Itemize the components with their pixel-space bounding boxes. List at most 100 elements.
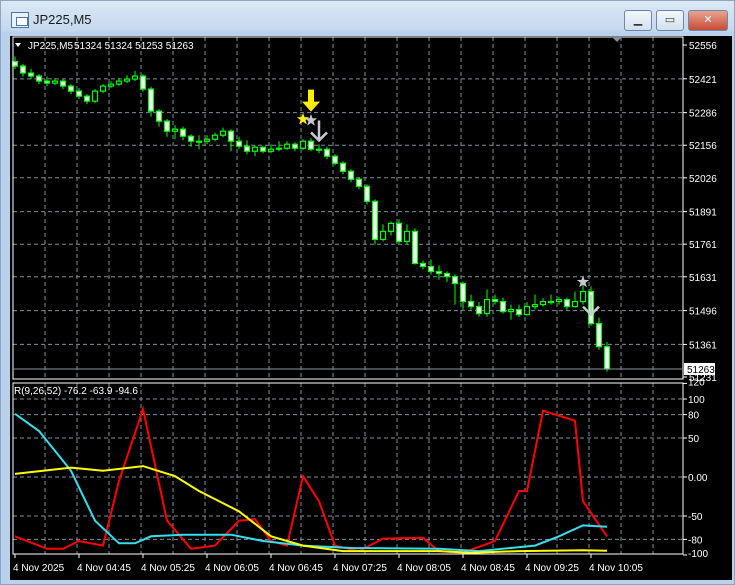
- dropdown-triangle-icon[interactable]: [15, 43, 21, 47]
- time-tick-label: 4 Nov 07:25: [333, 563, 387, 574]
- price-tick-label: 52556: [689, 41, 717, 52]
- time-tick-label: 4 Nov 08:05: [397, 563, 451, 574]
- chart-canvas[interactable]: 52556 52421 52286 52156 52026 51891 51761 51631…: [10, 36, 732, 580]
- bull-candle: [403, 230, 411, 243]
- bear-candle: [491, 298, 499, 303]
- price-tick-label: 51631: [689, 273, 717, 284]
- indicator-tick-label: 80: [688, 411, 700, 422]
- indicator-tick-label: 120: [688, 377, 705, 388]
- bull-candle: [539, 300, 547, 306]
- indicator-label: R(9,26,52) -76.2 -63.9 -94.6: [14, 386, 138, 397]
- bear-candle: [443, 272, 451, 278]
- bear-candle: [323, 148, 331, 157]
- bear-candle: [243, 145, 251, 152]
- price-tick-label: 51891: [689, 208, 717, 219]
- bear-candle: [451, 275, 459, 285]
- bull-candle: [379, 230, 387, 241]
- bear-candle: [475, 305, 483, 315]
- bear-candle: [187, 135, 195, 142]
- bull-candle: [211, 134, 219, 140]
- bear-candle: [331, 155, 339, 164]
- bull-candle: [299, 140, 307, 149]
- bear-candle: [139, 75, 147, 90]
- bear-candle: [155, 110, 163, 122]
- bear-candle: [563, 298, 571, 308]
- maximize-button[interactable]: ▭: [656, 10, 684, 31]
- bear-candle: [339, 162, 347, 172]
- bear-candle: [595, 323, 603, 348]
- price-tick-label: 51361: [689, 340, 717, 351]
- indicator-plot-frame: [12, 382, 684, 555]
- bear-candle: [371, 200, 379, 241]
- price-tick-label: 51496: [689, 307, 717, 318]
- window-title: JP225,M5: [33, 12, 92, 27]
- indicator-tick-label: 50: [688, 434, 700, 445]
- yellow-down-arrow-icon: [302, 89, 320, 112]
- main-plot-frame: [12, 36, 684, 380]
- current-price-label: 51263: [687, 365, 715, 376]
- price-tick-label: 51761: [689, 240, 717, 251]
- bull-candle: [555, 298, 563, 303]
- time-tick-label: 4 Nov 05:25: [141, 563, 195, 574]
- bear-candle: [43, 80, 51, 84]
- indicator-tick-label: -100: [688, 549, 708, 560]
- bear-candle: [27, 72, 35, 77]
- chart-header-ohlc: 51324 51324 51253 51263: [74, 41, 194, 52]
- chart-header-symbol: JP225,M5: [28, 41, 73, 52]
- time-tick-label: 4 Nov 06:45: [269, 563, 323, 574]
- bull-candle: [251, 146, 259, 152]
- bull-candle: [483, 298, 491, 315]
- bear-candle: [235, 140, 243, 147]
- bull-candle: [91, 90, 99, 102]
- bull-candle: [507, 308, 515, 313]
- bear-candle: [227, 130, 235, 142]
- price-tick-label: 52156: [689, 141, 717, 152]
- bull-candle: [115, 80, 123, 85]
- bear-candle: [467, 300, 475, 308]
- bear-candle: [307, 140, 315, 150]
- bull-candle: [219, 130, 227, 136]
- bear-candle: [59, 80, 67, 87]
- bear-candle: [355, 178, 363, 187]
- bear-candle: [347, 170, 355, 180]
- bear-candle: [395, 222, 403, 243]
- bull-candle: [107, 83, 115, 87]
- bear-candle: [419, 262, 427, 268]
- bull-candle: [171, 128, 179, 132]
- bear-candle: [435, 270, 443, 275]
- bear-candle: [411, 230, 419, 265]
- bull-candle: [531, 303, 539, 308]
- bull-candle: [315, 148, 323, 151]
- bull-candle: [571, 300, 579, 308]
- bull-candle: [579, 290, 587, 303]
- time-tick-label: 4 Nov 04:45: [77, 563, 131, 574]
- bear-candle: [499, 300, 507, 313]
- indicator-tick-label: 0.00: [688, 473, 708, 484]
- bull-candle: [283, 143, 291, 149]
- bull-candle: [387, 222, 395, 233]
- time-tick-label: 4 Nov 09:25: [525, 563, 579, 574]
- bear-candle: [179, 128, 187, 137]
- bear-candle: [291, 143, 299, 149]
- bear-candle: [515, 308, 523, 316]
- bear-candle: [35, 75, 43, 82]
- bear-candle: [67, 85, 75, 92]
- bull-candle: [123, 78, 131, 82]
- bear-candle: [363, 185, 371, 202]
- chart-area[interactable]: 52556 52421 52286 52156 52026 51891 51761 51631…: [10, 36, 732, 580]
- bull-candle: [523, 305, 531, 316]
- bear-candle: [163, 120, 171, 132]
- red-indicator-line: [14, 405, 608, 554]
- time-tick-label: 4 Nov 08:45: [461, 563, 515, 574]
- bull-candle: [547, 300, 555, 304]
- time-tick-label: 4 Nov 2025: [13, 563, 65, 574]
- minimize-button[interactable]: ▁: [624, 10, 652, 31]
- bull-candle: [267, 148, 275, 152]
- bull-candle: [195, 140, 203, 143]
- indicator-tick-label: 100: [688, 395, 705, 406]
- bear-candle: [75, 90, 83, 97]
- bear-candle: [427, 265, 435, 273]
- time-tick-label: 4 Nov 06:05: [205, 563, 259, 574]
- close-button[interactable]: ✕: [688, 10, 728, 31]
- indicator-tick-label: -50: [688, 512, 703, 523]
